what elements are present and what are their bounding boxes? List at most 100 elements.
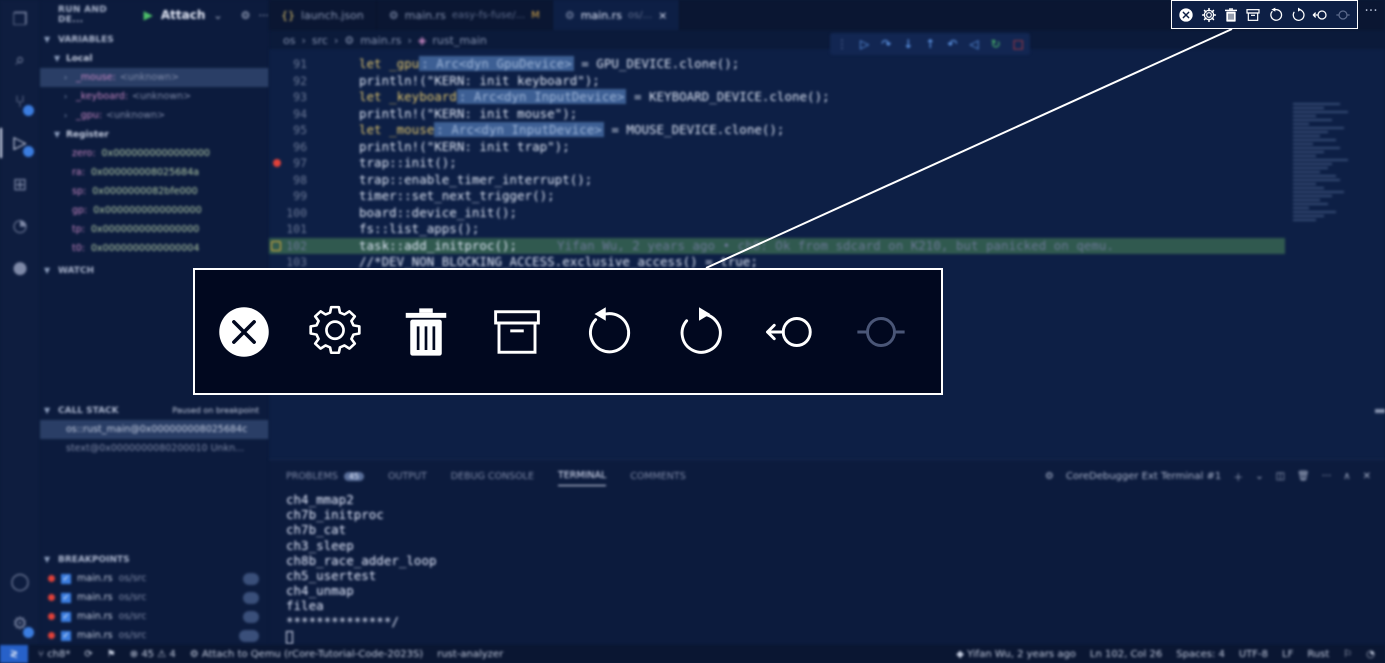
manage-gear-icon[interactable]: ⚙ xyxy=(8,612,34,638)
tab-comments[interactable]: COMMENTS xyxy=(630,466,685,486)
remote-icon[interactable]: ◔ xyxy=(8,214,32,238)
breakpoint-row[interactable]: ✓ main.rs os/src xyxy=(40,626,269,645)
code-token: = KEYBOARD_DEVICE.clone(); xyxy=(626,89,830,104)
local-scope[interactable]: ▼ Local xyxy=(40,49,269,68)
more-actions-icon[interactable]: ··· xyxy=(1359,3,1383,25)
breakpoint-path: os/src xyxy=(118,611,147,622)
variable-row[interactable]: › _keyboard: <unknown> xyxy=(40,87,269,106)
start-debug-icon[interactable]: ▶ xyxy=(144,8,153,22)
stack-frame[interactable]: stext@0x0000000080200010 Unkn... xyxy=(40,439,269,458)
register-row[interactable]: sp: 0x0000000082bfe000 xyxy=(40,182,269,201)
breadcrumb-item[interactable]: os xyxy=(283,34,295,47)
stack-frame[interactable]: os::rust_main@0x000000008025684c xyxy=(40,420,269,439)
source-control-icon[interactable]: ⑂ xyxy=(8,90,34,116)
more-icon[interactable]: ··· xyxy=(259,9,270,22)
branch-indicator[interactable]: ⑂ ch8* xyxy=(38,649,70,660)
variable-row[interactable]: › _gpu: <unknown> xyxy=(40,106,269,125)
breadcrumb-item[interactable]: src xyxy=(312,34,328,47)
tab-main-rs-fuse[interactable]: ⚙ main.rs easy-fs-fuse/... M xyxy=(377,0,553,30)
register-row[interactable]: gp: 0x0000000000000000 xyxy=(40,201,269,220)
drag-handle-icon[interactable]: ⋮ xyxy=(836,37,848,51)
chevron-down-icon: ▼ xyxy=(54,130,61,139)
register-row[interactable]: tp: 0x0000000000000000 xyxy=(40,220,269,239)
split-terminal-icon[interactable]: ◫ xyxy=(1276,471,1285,482)
close-circle-icon[interactable] xyxy=(1178,7,1194,23)
feedback-icon[interactable]: ⚐ xyxy=(1343,649,1352,660)
archive-icon[interactable] xyxy=(1245,7,1261,23)
sync-icon[interactable]: ⟳ xyxy=(84,649,92,660)
maximize-panel-icon[interactable]: ∧ xyxy=(1343,471,1350,482)
register-scope[interactable]: ▼ Register xyxy=(40,125,269,144)
register-row[interactable]: zero: 0x0000000000000000 xyxy=(40,144,269,163)
call-stack-section-header[interactable]: ▼ CALL STACK Paused on breakpoint xyxy=(40,401,269,420)
checkbox[interactable]: ✓ xyxy=(61,611,71,622)
variable-row[interactable]: › _mouse: <unknown> xyxy=(40,68,269,87)
checkbox[interactable]: ✓ xyxy=(61,592,71,603)
breakpoint-row[interactable]: ✓ main.rs os/src xyxy=(40,588,269,607)
trash-icon[interactable] xyxy=(1223,7,1239,23)
scrollbar[interactable] xyxy=(1375,409,1385,413)
tab-main-rs-os[interactable]: ⚙ main.rs os/... × xyxy=(552,0,681,30)
explorer-icon[interactable]: ❐ xyxy=(8,8,32,32)
register-row[interactable]: ra: 0x000000008025684a xyxy=(40,163,269,182)
run-debug-icon[interactable]: ▷ xyxy=(8,131,34,157)
launch-config[interactable]: ⚙ Attach to Qemu (rCore-Tutorial-Code-20… xyxy=(190,649,423,660)
checkbox[interactable]: ✓ xyxy=(61,630,71,641)
checkbox[interactable]: ✓ xyxy=(61,573,71,584)
code-editor[interactable]: 91 let _gpu: Arc<dyn GpuDevice> = GPU_DEV… xyxy=(269,49,1385,459)
rust-analyzer-status[interactable]: rust-analyzer xyxy=(437,649,503,660)
close-panel-icon[interactable]: ✕ xyxy=(1363,471,1371,482)
remote-indicator-icon[interactable]: ≷ xyxy=(0,645,28,663)
gear-icon[interactable]: ⚙ xyxy=(241,9,251,22)
tab-problems[interactable]: PROBLEMS 45 xyxy=(286,466,365,486)
line-ending[interactable]: LF xyxy=(1282,649,1293,660)
breakpoint-row[interactable]: ✓ main.rs os/src xyxy=(40,607,269,626)
register-row[interactable]: t0: 0x0000000000000004 xyxy=(40,239,269,258)
language-mode[interactable]: Rust xyxy=(1307,649,1329,660)
line-number: 93 xyxy=(293,90,307,104)
breakpoints-section-header[interactable]: ▼ BREAKPOINTS xyxy=(40,550,269,569)
add-terminal-icon[interactable]: ＋ xyxy=(1233,469,1243,484)
extensions-icon[interactable]: ⊞ xyxy=(8,173,32,197)
account-icon[interactable]: ◯ xyxy=(8,570,32,594)
search-icon[interactable]: ⌕ xyxy=(8,48,32,72)
problems-indicator[interactable]: ⊗ 45 ⚠ 4 xyxy=(130,649,176,660)
notifications-bell-icon[interactable]: ◔ xyxy=(1366,649,1375,660)
back-circle-icon[interactable] xyxy=(1312,7,1328,23)
tab-terminal[interactable]: TERMINAL xyxy=(557,466,607,486)
reverse-icon[interactable]: ◁ xyxy=(969,37,978,51)
git-blame-status[interactable]: ◆ Yifan Wu, 2 years ago xyxy=(956,649,1076,660)
tab-output[interactable]: OUTPUT xyxy=(388,466,427,486)
minimap[interactable] xyxy=(1293,101,1371,261)
indentation[interactable]: Spaces: 4 xyxy=(1176,649,1225,660)
cursor-position[interactable]: Ln 102, Col 26 xyxy=(1090,649,1162,660)
redo-icon[interactable] xyxy=(1290,7,1306,23)
continue-icon[interactable]: ▷ xyxy=(860,37,869,51)
github-icon[interactable]: ● xyxy=(8,256,32,280)
step-into-icon[interactable]: ↓ xyxy=(903,37,913,51)
debug-icon[interactable]: ⚑ xyxy=(107,649,116,660)
trash-icon[interactable]: 🗑 xyxy=(1297,471,1310,482)
breadcrumb-item[interactable]: main.rs xyxy=(360,34,401,47)
terminal-output[interactable]: ch4_mmap2 ch7b_initproc ch7b_cat ch3_sleep c… xyxy=(286,492,437,644)
step-over-icon[interactable]: ↷ xyxy=(881,37,891,51)
chevron-down-icon[interactable]: ⌄ xyxy=(213,9,222,22)
variables-section-header[interactable]: ▼ VARIABLES xyxy=(40,30,269,49)
debug-config-select[interactable]: Attach xyxy=(161,8,206,22)
stop-icon[interactable]: □ xyxy=(1013,37,1024,51)
close-tab-icon[interactable]: × xyxy=(658,9,667,22)
tab-debug-console[interactable]: DEBUG CONSOLE xyxy=(451,466,534,486)
more-icon[interactable]: ··· xyxy=(1322,471,1332,482)
gear-icon[interactable] xyxy=(1201,7,1217,23)
undo-icon[interactable] xyxy=(1268,7,1284,23)
step-back-icon[interactable]: ↶ xyxy=(947,37,957,51)
encoding[interactable]: UTF-8 xyxy=(1239,649,1268,660)
tab-launch-json[interactable]: {} launch.json xyxy=(269,0,377,30)
chevron-down-icon[interactable]: ⌄ xyxy=(1255,471,1263,482)
step-out-icon[interactable]: ↑ xyxy=(925,37,935,51)
restart-icon[interactable]: ↻ xyxy=(991,37,1001,51)
breakpoint-row[interactable]: ✓ main.rs os/src xyxy=(40,569,269,588)
breadcrumb-item[interactable]: rust_main xyxy=(432,34,487,47)
terminal-name[interactable]: CoreDebugger Ext Terminal #1 xyxy=(1066,471,1221,482)
terminal-cursor xyxy=(286,630,293,644)
